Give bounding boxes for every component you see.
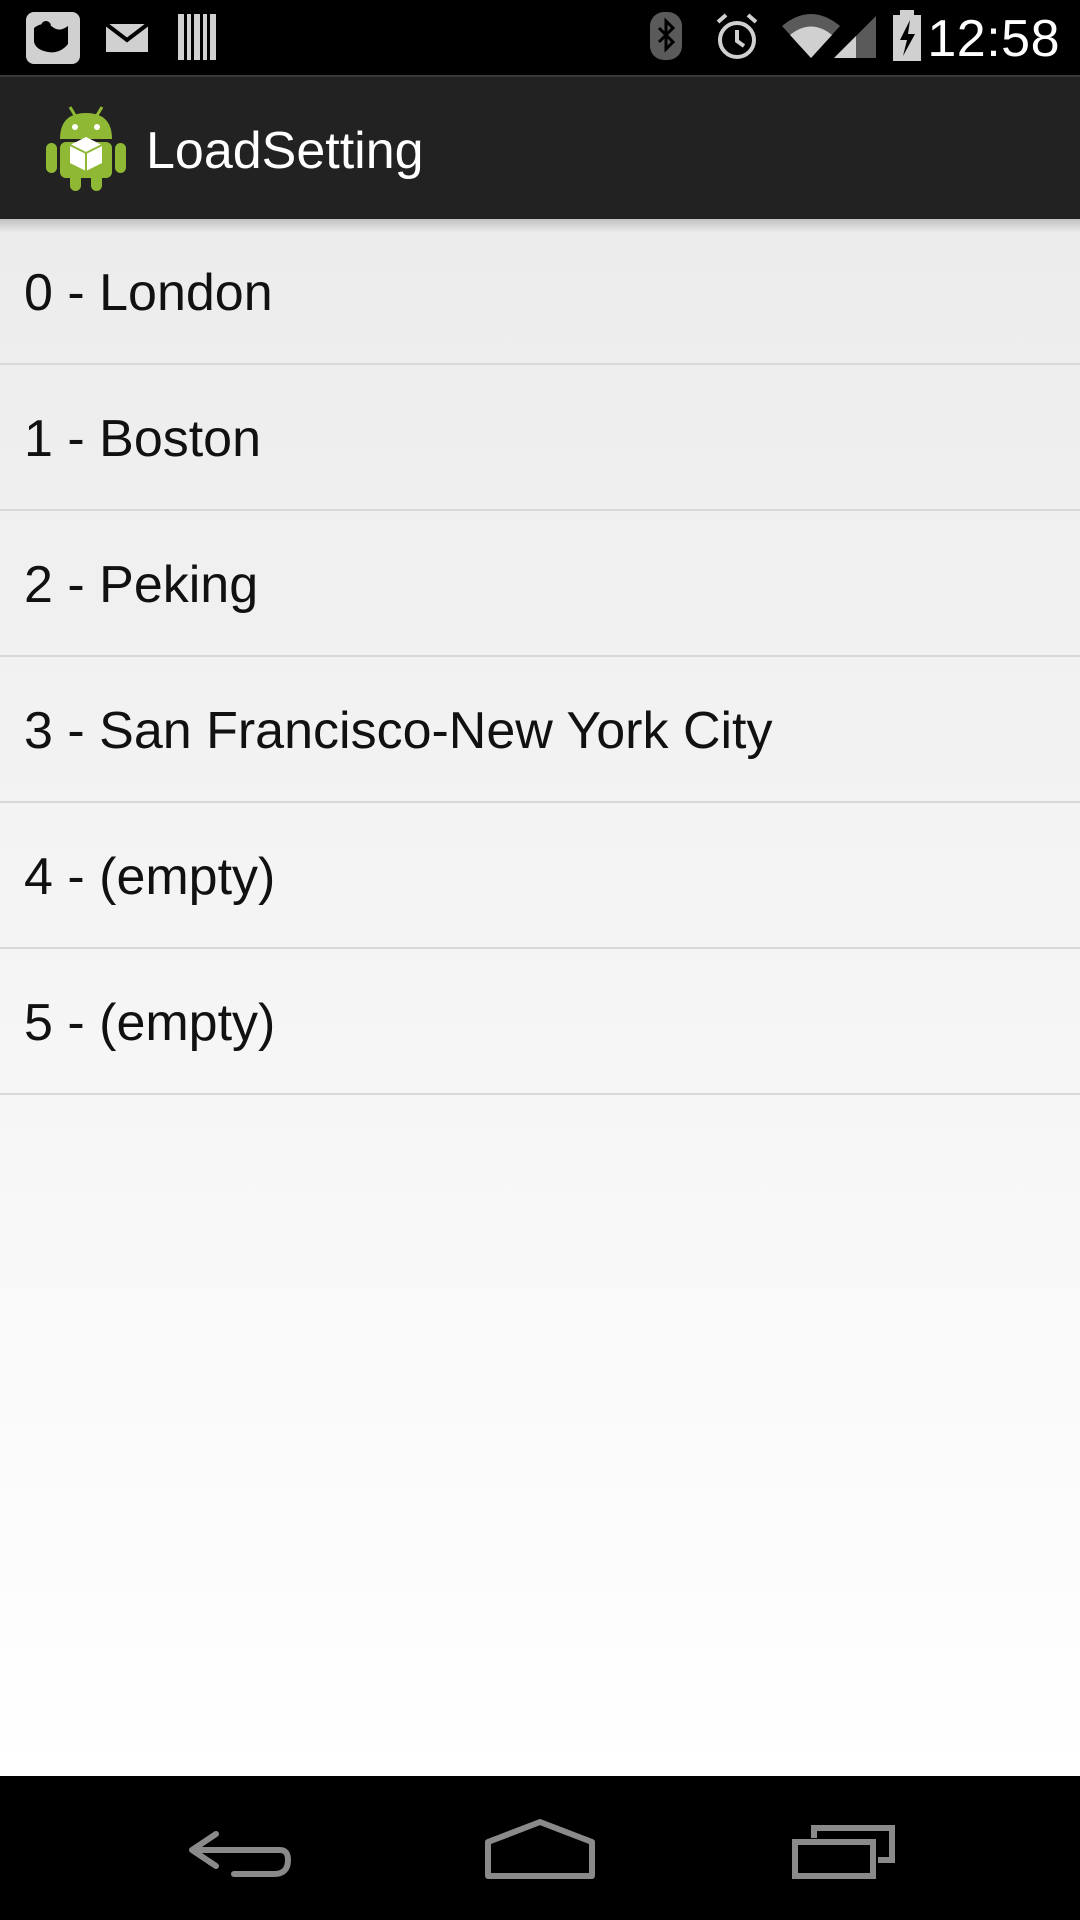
- home-button[interactable]: [450, 1776, 630, 1920]
- list-item[interactable]: 0 - London: [0, 219, 1080, 365]
- home-icon: [485, 1819, 595, 1879]
- back-icon: [189, 1831, 292, 1877]
- app-title: LoadSetting: [146, 122, 424, 180]
- recents-icon: [792, 1825, 895, 1879]
- photo-app-notification-icon: [22, 0, 84, 75]
- settings-list: 0 - London 1 - Boston 2 - Peking 3 - San…: [0, 219, 1080, 1776]
- list-item[interactable]: 4 - (empty): [0, 803, 1080, 949]
- status-clock: 12:58: [927, 10, 1060, 68]
- list-item-label: 0 - London: [24, 264, 273, 322]
- list-item-label: 5 - (empty): [24, 994, 276, 1052]
- cell-signal-icon: [832, 0, 878, 75]
- barcode-notification-icon: [176, 0, 218, 75]
- recents-button[interactable]: [750, 1776, 930, 1920]
- list-item[interactable]: 5 - (empty): [0, 949, 1080, 1095]
- list-item[interactable]: 2 - Peking: [0, 511, 1080, 657]
- list-item-label: 3 - San Francisco-New York City: [24, 702, 773, 760]
- status-bar: 12:58: [0, 0, 1080, 75]
- list-item-label: 2 - Peking: [24, 556, 259, 614]
- alarm-icon: [712, 0, 762, 75]
- list-item-label: 4 - (empty): [24, 848, 276, 906]
- gmail-notification-icon: [104, 0, 150, 75]
- navigation-bar: [0, 1776, 1080, 1920]
- android-app-icon: [44, 103, 128, 193]
- battery-charging-icon: [890, 0, 924, 75]
- list-item[interactable]: 1 - Boston: [0, 365, 1080, 511]
- action-bar: LoadSetting: [0, 75, 1080, 219]
- bluetooth-icon: [648, 0, 684, 75]
- list-item-label: 1 - Boston: [24, 410, 262, 468]
- back-button[interactable]: [150, 1776, 330, 1920]
- list-item[interactable]: 3 - San Francisco-New York City: [0, 657, 1080, 803]
